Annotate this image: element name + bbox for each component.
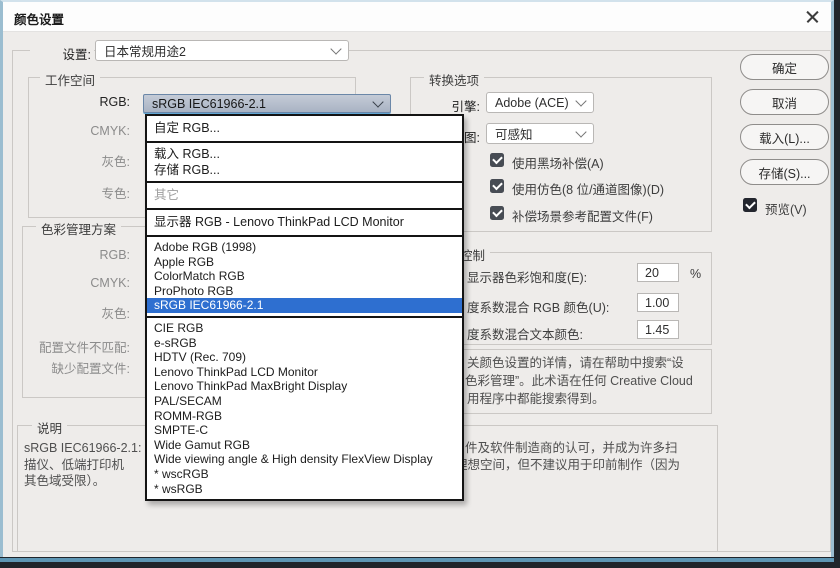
save-button-label: 存储(S)... [758, 163, 810, 182]
desaturate-value: 20 [645, 266, 659, 280]
engine-dropdown-value: Adobe (ACE) [495, 96, 569, 110]
blend-rgb-input[interactable]: 1.00 [637, 293, 679, 312]
screen: 颜色设置 设置: 日本常规用途2 工作空间 RGB: CMYK: 灰色: 专色:… [0, 0, 840, 568]
rgb-profile-dropdown-list: 自定 RGB... 载入 RGB... 存储 RGB... 其它 显示器 RGB… [145, 114, 464, 501]
preview-label: 预览(V) [765, 199, 807, 218]
dialog-title: 颜色设置 [14, 9, 64, 28]
ws-spot-label: 专色: [20, 183, 130, 202]
dropdown-item[interactable]: PAL/SECAM [147, 394, 462, 409]
save-button[interactable]: 存储(S)... [740, 159, 829, 185]
dropdown-item[interactable]: 载入 RGB... [147, 146, 462, 162]
dropdown-group: 载入 RGB... 存储 RGB... [147, 143, 462, 183]
chevron-down-icon [575, 126, 586, 137]
engine-dropdown[interactable]: Adobe (ACE) [486, 92, 594, 113]
desaturate-unit: % [690, 267, 701, 281]
ok-button-label: 确定 [772, 58, 797, 77]
pol-mismatch-label: 配置文件不匹配: [20, 337, 130, 356]
blend-text-label: 度系数混合文本颜色: [467, 324, 583, 343]
blend-rgb-label: 度系数混合 RGB 颜色(U): [467, 297, 609, 316]
ws-rgb-dropdown[interactable]: sRGB IEC61966-2.1 [143, 94, 391, 113]
desaturate-label: 显示器色彩饱和度(E): [467, 267, 587, 286]
description-line3: 其色域受限）。 [24, 473, 105, 489]
ws-cmyk-label: CMYK: [20, 124, 130, 138]
dialog-titlebar[interactable]: 颜色设置 [3, 2, 831, 32]
pol-rgb-label: RGB: [20, 248, 130, 262]
dropdown-item[interactable]: ROMM-RGB [147, 409, 462, 424]
settings-label: 设置: [30, 43, 94, 64]
cancel-button[interactable]: 取消 [740, 89, 829, 115]
description-line2-left: 描仪、低端打印机 [24, 457, 124, 473]
dropdown-group: Adobe RGB (1998) Apple RGB ColorMatch RG… [147, 237, 462, 318]
black-point-label: 使用黑场补偿(A) [512, 153, 604, 172]
dropdown-item[interactable]: 自定 RGB... [147, 119, 462, 138]
settings-dropdown[interactable]: 日本常规用途2 [95, 40, 349, 61]
cancel-button-label: 取消 [772, 93, 797, 112]
dropdown-group: 其它 [147, 183, 462, 210]
dropdown-item[interactable]: Wide Gamut RGB [147, 438, 462, 453]
dropdown-item[interactable]: Adobe RGB (1998) [147, 240, 462, 255]
help-note-line3: 用程序中都能搜索得到。 [467, 390, 605, 408]
dropdown-item[interactable]: ColorMatch RGB [147, 269, 462, 284]
ws-rgb-label: RGB: [20, 95, 130, 109]
ok-button[interactable]: 确定 [740, 54, 829, 80]
ws-gray-label: 灰色: [20, 151, 130, 170]
load-button[interactable]: 载入(L)... [740, 124, 829, 150]
settings-dropdown-value: 日本常规用途2 [104, 41, 186, 60]
dropdown-item[interactable]: HDTV (Rec. 709) [147, 350, 462, 365]
color-settings-dialog: 颜色设置 设置: 日本常规用途2 工作空间 RGB: CMYK: 灰色: 专色:… [0, 0, 834, 557]
working-spaces-title: 工作空间 [40, 70, 100, 89]
dropdown-item[interactable]: Wide viewing angle & High density FlexVi… [147, 452, 462, 467]
dropdown-item[interactable]: * wscRGB [147, 467, 462, 482]
dropdown-group: 显示器 RGB - Lenovo ThinkPad LCD Monitor [147, 210, 462, 237]
close-icon[interactable] [805, 9, 820, 24]
engine-label: 引擎: [403, 96, 480, 115]
dropdown-item[interactable]: 存储 RGB... [147, 162, 462, 178]
dropdown-group: CIE RGB e-sRGB HDTV (Rec. 709) Lenovo Th… [147, 318, 462, 499]
dropdown-group: 自定 RGB... [147, 116, 462, 143]
dropdown-item[interactable]: Apple RGB [147, 255, 462, 270]
intent-dropdown-value: 可感知 [495, 124, 533, 143]
dither-label: 使用仿色(8 位/通道图像)(D) [512, 179, 664, 198]
desaturate-input[interactable]: 20 [637, 263, 679, 282]
pol-missing-label: 缺少配置文件: [20, 358, 130, 377]
policies-title: 色彩管理方案 [36, 219, 121, 238]
blend-rgb-value: 1.00 [645, 296, 669, 310]
pol-cmyk-label: CMYK: [20, 276, 130, 290]
blend-text-value: 1.45 [645, 323, 669, 337]
description-line1-right: 件及软件制造商的认可，并成为许多扫 [465, 440, 678, 456]
black-point-checkbox[interactable] [490, 153, 504, 167]
load-button-label: 载入(L)... [759, 128, 810, 147]
conversion-title: 转换选项 [424, 70, 484, 89]
dither-checkbox[interactable] [490, 179, 504, 193]
preview-checkbox[interactable] [743, 198, 757, 212]
dropdown-item-selected[interactable]: sRGB IEC61966-2.1 [147, 298, 462, 313]
dropdown-item[interactable]: SMPTE-C [147, 423, 462, 438]
intent-dropdown[interactable]: 可感知 [486, 123, 594, 144]
dropdown-item[interactable]: ProPhoto RGB [147, 284, 462, 299]
help-note-line2: 色彩管理”。此术语在任何 Creative Cloud [465, 372, 693, 390]
dropdown-item[interactable]: CIE RGB [147, 321, 462, 336]
dropdown-item-disabled: 其它 [147, 186, 462, 205]
pol-gray-label: 灰色: [20, 303, 130, 322]
scene-profiles-checkbox[interactable] [490, 206, 504, 220]
description-line1-left: sRGB IEC61966-2.1: [24, 440, 141, 456]
chevron-down-icon [330, 43, 341, 54]
description-line2-right: 理想空间，但不建议用于印前制作（因为 [455, 457, 680, 473]
dropdown-item[interactable]: * wsRGB [147, 482, 462, 497]
dropdown-item[interactable]: Lenovo ThinkPad LCD Monitor [147, 365, 462, 380]
chevron-down-icon [575, 95, 586, 106]
help-note-line1: 关颜色设置的详情，请在帮助中搜索“设 [467, 354, 684, 372]
dropdown-item[interactable]: e-sRGB [147, 336, 462, 351]
ws-rgb-dropdown-value: sRGB IEC61966-2.1 [152, 97, 266, 111]
chevron-down-icon [372, 96, 383, 107]
scene-profiles-label: 补偿场景参考配置文件(F) [512, 206, 653, 225]
dropdown-item[interactable]: 显示器 RGB - Lenovo ThinkPad LCD Monitor [147, 213, 462, 232]
dropdown-item[interactable]: Lenovo ThinkPad MaxBright Display [147, 379, 462, 394]
blend-text-input[interactable]: 1.45 [637, 320, 679, 339]
description-title: 说明 [32, 418, 67, 437]
